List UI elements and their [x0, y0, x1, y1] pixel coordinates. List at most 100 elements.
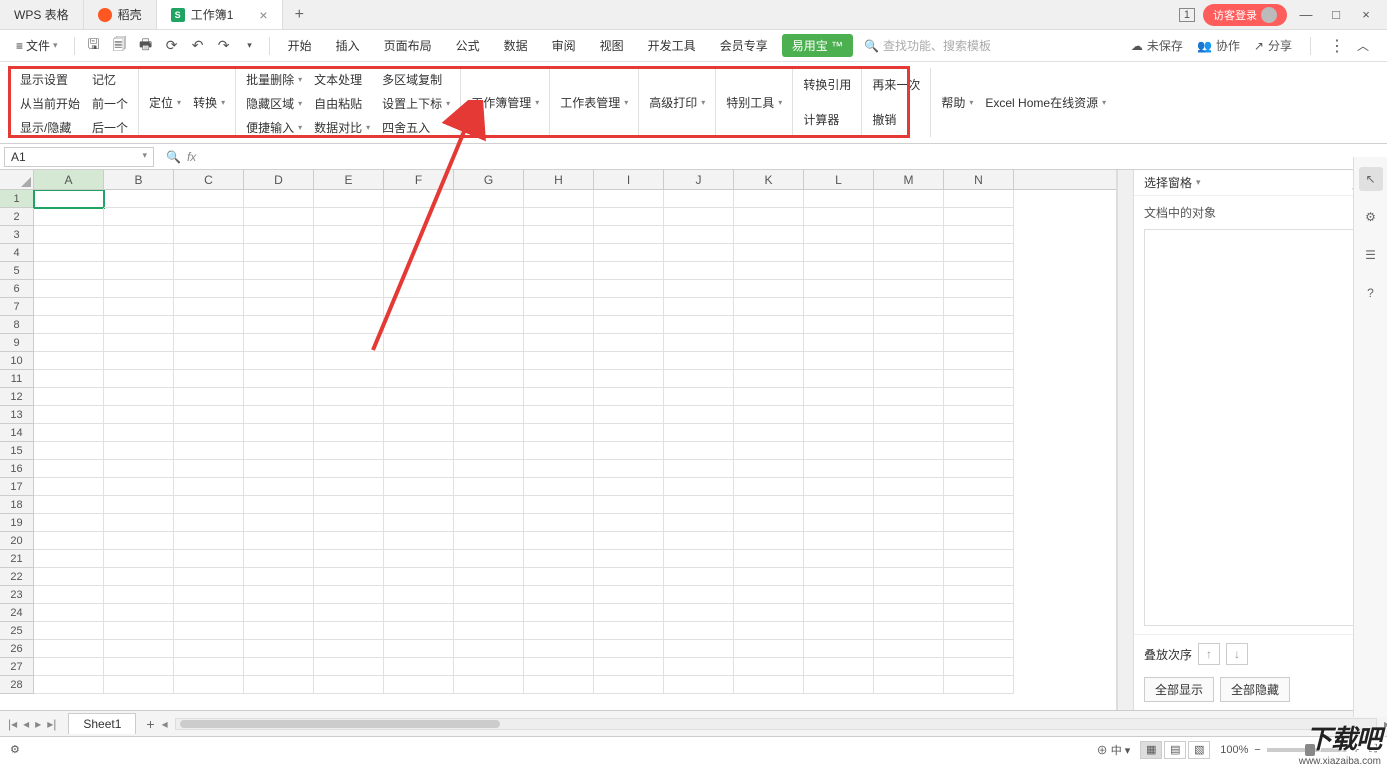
search-box[interactable]: 🔍 查找功能、搜索模板	[857, 34, 998, 57]
cell[interactable]	[874, 352, 944, 370]
cell[interactable]	[314, 460, 384, 478]
cell[interactable]	[944, 460, 1014, 478]
row-header[interactable]: 22	[0, 568, 34, 586]
cell[interactable]	[664, 280, 734, 298]
dropdown-icon[interactable]: ▾	[239, 40, 261, 51]
row-header[interactable]: 16	[0, 460, 34, 478]
cell[interactable]	[524, 262, 594, 280]
cell[interactable]	[384, 478, 454, 496]
cell[interactable]	[244, 604, 314, 622]
cell[interactable]	[734, 568, 804, 586]
cell[interactable]	[244, 352, 314, 370]
cell[interactable]	[104, 370, 174, 388]
rbtn-hidden-area[interactable]: 隐藏区域	[242, 92, 306, 116]
cell[interactable]	[874, 442, 944, 460]
cell[interactable]	[664, 604, 734, 622]
cell[interactable]	[314, 586, 384, 604]
cell[interactable]	[34, 604, 104, 622]
row-header[interactable]: 6	[0, 280, 34, 298]
cell[interactable]	[244, 262, 314, 280]
row-header[interactable]: 20	[0, 532, 34, 550]
row-header[interactable]: 25	[0, 622, 34, 640]
sheet-first-icon[interactable]: |◂	[6, 717, 19, 731]
cell[interactable]	[734, 334, 804, 352]
cell[interactable]	[314, 190, 384, 208]
row-header[interactable]: 9	[0, 334, 34, 352]
cell[interactable]	[734, 388, 804, 406]
cell[interactable]	[34, 442, 104, 460]
cell[interactable]	[314, 676, 384, 694]
cell[interactable]	[524, 334, 594, 352]
cell[interactable]	[104, 352, 174, 370]
cell[interactable]	[594, 478, 664, 496]
cell[interactable]	[314, 280, 384, 298]
cell[interactable]	[34, 244, 104, 262]
row-header[interactable]: 23	[0, 586, 34, 604]
cell[interactable]	[454, 658, 524, 676]
cell[interactable]	[594, 298, 664, 316]
cell[interactable]	[104, 262, 174, 280]
cell[interactable]	[384, 280, 454, 298]
hscroll-thumb[interactable]	[180, 720, 500, 728]
cell[interactable]	[314, 568, 384, 586]
cell[interactable]	[454, 604, 524, 622]
cell[interactable]	[174, 532, 244, 550]
cell[interactable]	[244, 460, 314, 478]
zoom-slider[interactable]	[1267, 748, 1347, 752]
cell[interactable]	[594, 496, 664, 514]
cell[interactable]	[174, 226, 244, 244]
cell[interactable]	[314, 532, 384, 550]
cell[interactable]	[664, 442, 734, 460]
cell[interactable]	[34, 676, 104, 694]
cell[interactable]	[384, 568, 454, 586]
cell[interactable]	[34, 478, 104, 496]
share-button[interactable]: ↗ 分享	[1254, 37, 1292, 54]
row-header[interactable]: 17	[0, 478, 34, 496]
row-header[interactable]: 21	[0, 550, 34, 568]
cell[interactable]	[664, 370, 734, 388]
row-header[interactable]: 5	[0, 262, 34, 280]
cell[interactable]	[734, 478, 804, 496]
cell[interactable]	[804, 550, 874, 568]
cell[interactable]	[244, 514, 314, 532]
rbtn-excelhome[interactable]: Excel Home在线资源	[981, 91, 1110, 115]
cell[interactable]	[454, 406, 524, 424]
cell[interactable]	[594, 280, 664, 298]
cell[interactable]	[34, 496, 104, 514]
col-header-C[interactable]: C	[174, 170, 244, 189]
cell[interactable]	[874, 190, 944, 208]
rbtn-show-hide[interactable]: 显示/隐藏	[16, 116, 84, 140]
cell[interactable]	[944, 262, 1014, 280]
col-header-K[interactable]: K	[734, 170, 804, 189]
more-menu-icon[interactable]: ⋮	[1329, 36, 1343, 56]
cell[interactable]	[944, 622, 1014, 640]
cell[interactable]	[524, 226, 594, 244]
cell[interactable]	[944, 388, 1014, 406]
rbtn-undo[interactable]: 撤销	[868, 108, 924, 132]
sheet-prev-icon[interactable]: ◂	[21, 717, 31, 731]
cell[interactable]	[874, 424, 944, 442]
cell[interactable]	[314, 550, 384, 568]
cell[interactable]	[314, 316, 384, 334]
rbtn-prev[interactable]: 前一个	[88, 92, 132, 116]
cell[interactable]	[664, 190, 734, 208]
cell[interactable]	[664, 334, 734, 352]
cell[interactable]	[314, 388, 384, 406]
cell[interactable]	[804, 478, 874, 496]
cell[interactable]	[804, 532, 874, 550]
cell[interactable]	[174, 262, 244, 280]
cell[interactable]	[804, 424, 874, 442]
row-header[interactable]: 28	[0, 676, 34, 694]
cell[interactable]	[594, 244, 664, 262]
row-header[interactable]: 10	[0, 352, 34, 370]
cell[interactable]	[454, 478, 524, 496]
cell[interactable]	[454, 514, 524, 532]
cell[interactable]	[454, 226, 524, 244]
cell[interactable]	[104, 442, 174, 460]
cell[interactable]	[104, 460, 174, 478]
cell[interactable]	[174, 460, 244, 478]
cell[interactable]	[244, 226, 314, 244]
cell[interactable]	[384, 388, 454, 406]
cell[interactable]	[104, 208, 174, 226]
sheet-next-icon[interactable]: ▸	[33, 717, 43, 731]
